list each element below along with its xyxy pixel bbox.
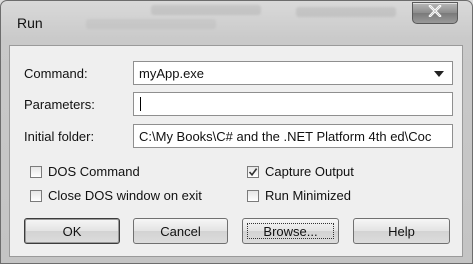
capture-output-checkbox[interactable]: Capture Output xyxy=(247,164,354,179)
browse-button-label: Browse... xyxy=(263,223,318,239)
checkmark-icon xyxy=(248,167,258,176)
titlebar-background xyxy=(86,19,216,29)
browse-button[interactable]: Browse... xyxy=(242,218,339,244)
run-minimized-label: Run Minimized xyxy=(265,188,351,203)
checkbox-box[interactable] xyxy=(30,189,42,202)
dos-command-checkbox[interactable]: DOS Command xyxy=(30,164,140,179)
dialog-body: Command: myApp.exe Parameters: Initial f… xyxy=(9,45,463,257)
run-minimized-checkbox[interactable]: Run Minimized xyxy=(247,188,351,203)
window-title: Run xyxy=(17,15,43,31)
ok-button[interactable]: OK xyxy=(24,218,120,244)
initial-folder-value: C:\My Books\C# and the .NET Platform 4th… xyxy=(139,129,432,144)
run-dialog-window: Run Command: myApp.exe Parameters: Initi… xyxy=(0,0,473,264)
close-dos-window-label: Close DOS window on exit xyxy=(48,188,202,203)
help-button-label: Help xyxy=(388,223,415,239)
close-icon xyxy=(428,4,442,22)
command-label: Command: xyxy=(24,66,88,81)
cancel-button-label: Cancel xyxy=(160,223,201,239)
command-value: myApp.exe xyxy=(139,66,205,81)
close-button[interactable] xyxy=(412,2,458,24)
checkbox-box[interactable] xyxy=(247,189,259,202)
cancel-button[interactable]: Cancel xyxy=(133,218,228,244)
dos-command-label: DOS Command xyxy=(48,164,140,179)
command-combobox[interactable]: myApp.exe xyxy=(133,61,453,85)
text-caret xyxy=(140,97,141,111)
ok-button-label: OK xyxy=(62,223,82,239)
initial-folder-label: Initial folder: xyxy=(24,129,95,144)
parameters-label: Parameters: xyxy=(24,97,95,112)
chevron-down-icon[interactable] xyxy=(434,71,444,77)
help-button[interactable]: Help xyxy=(353,218,450,244)
initial-folder-input[interactable]: C:\My Books\C# and the .NET Platform 4th… xyxy=(133,124,453,148)
checkbox-box[interactable] xyxy=(247,165,259,178)
titlebar-background xyxy=(296,7,396,17)
close-dos-window-checkbox[interactable]: Close DOS window on exit xyxy=(30,188,202,203)
titlebar-background xyxy=(151,5,261,15)
checkbox-box[interactable] xyxy=(30,165,42,178)
parameters-input[interactable] xyxy=(133,92,453,116)
capture-output-label: Capture Output xyxy=(265,164,354,179)
